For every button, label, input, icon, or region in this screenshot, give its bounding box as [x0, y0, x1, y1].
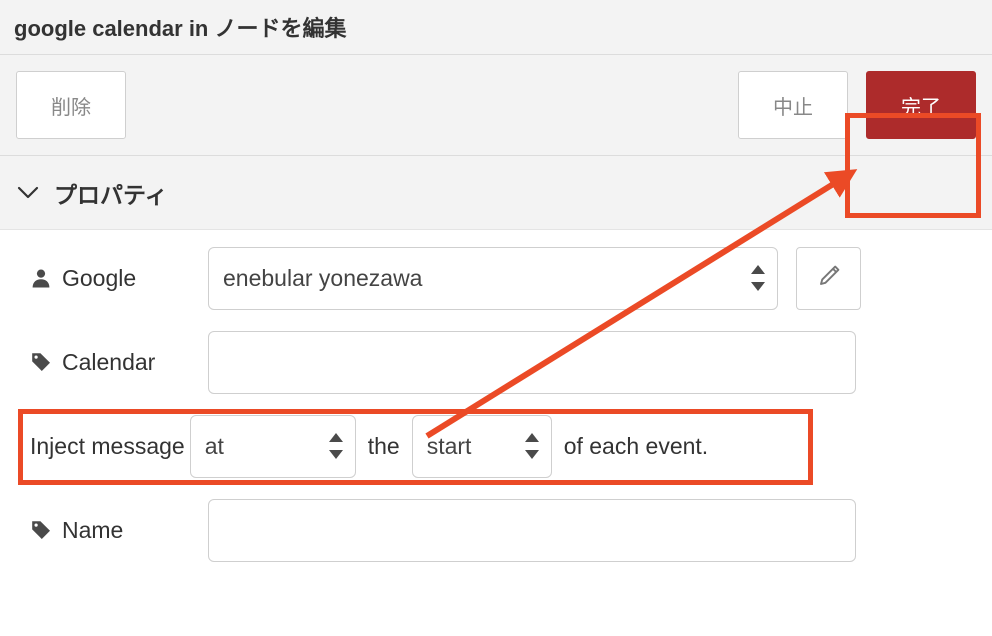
chevron-down-icon: [16, 181, 40, 205]
inject-message-controls: Inject message at the start of each even…: [0, 414, 709, 478]
done-button[interactable]: 完了: [866, 71, 976, 139]
properties-section-label: プロパティ: [54, 181, 168, 208]
tag-icon: [30, 351, 52, 373]
google-account-label: Google: [0, 265, 208, 292]
google-account-select[interactable]: enebular yonezawa: [208, 246, 778, 310]
name-label-text: Name: [62, 516, 124, 543]
properties-section-header[interactable]: プロパティ: [0, 156, 992, 230]
inject-timing-selected-value: at: [204, 432, 224, 459]
inject-timing-select[interactable]: at: [189, 414, 356, 478]
inject-position-selected-value: start: [426, 432, 472, 459]
select-stepper-arrows-icon: [524, 433, 539, 459]
pencil-icon: [816, 263, 842, 294]
calendar-label-text: Calendar: [62, 348, 156, 375]
inject-message-middle-text: the: [367, 432, 400, 459]
node-properties-form: Google enebular yonezawa Calendar Inject…: [0, 230, 992, 564]
select-stepper-arrows-icon: [328, 433, 343, 459]
calendar-label: Calendar: [0, 349, 208, 376]
page-title: google calendar in ノードを編集: [14, 16, 347, 41]
tag-icon: [30, 519, 52, 541]
dialog-toolbar: 削除 中止 完了: [0, 55, 992, 218]
toolbar-actions: 中止 完了: [738, 71, 976, 139]
name-label: Name: [0, 517, 208, 544]
delete-button[interactable]: 削除: [16, 71, 126, 139]
name-input[interactable]: [208, 498, 856, 562]
edit-google-credentials-button[interactable]: [796, 246, 861, 310]
google-account-selected-value: enebular yonezawa: [223, 264, 423, 291]
inject-position-select[interactable]: start: [411, 414, 552, 478]
calendar-input[interactable]: [208, 330, 856, 394]
google-account-label-text: Google: [62, 264, 137, 291]
google-account-row: Google enebular yonezawa: [0, 244, 992, 312]
inject-message-suffix-text: of each event.: [563, 432, 709, 459]
cancel-button[interactable]: 中止: [738, 71, 848, 139]
calendar-row: Calendar: [0, 328, 992, 396]
user-icon: [30, 267, 52, 289]
select-stepper-arrows-icon: [751, 265, 765, 291]
inject-message-row: Inject message at the start of each even…: [0, 409, 992, 485]
inject-message-prefix-text: Inject message: [30, 432, 185, 459]
dialog-title-bar: google calendar in ノードを編集: [0, 0, 992, 55]
name-row: Name: [0, 496, 992, 564]
